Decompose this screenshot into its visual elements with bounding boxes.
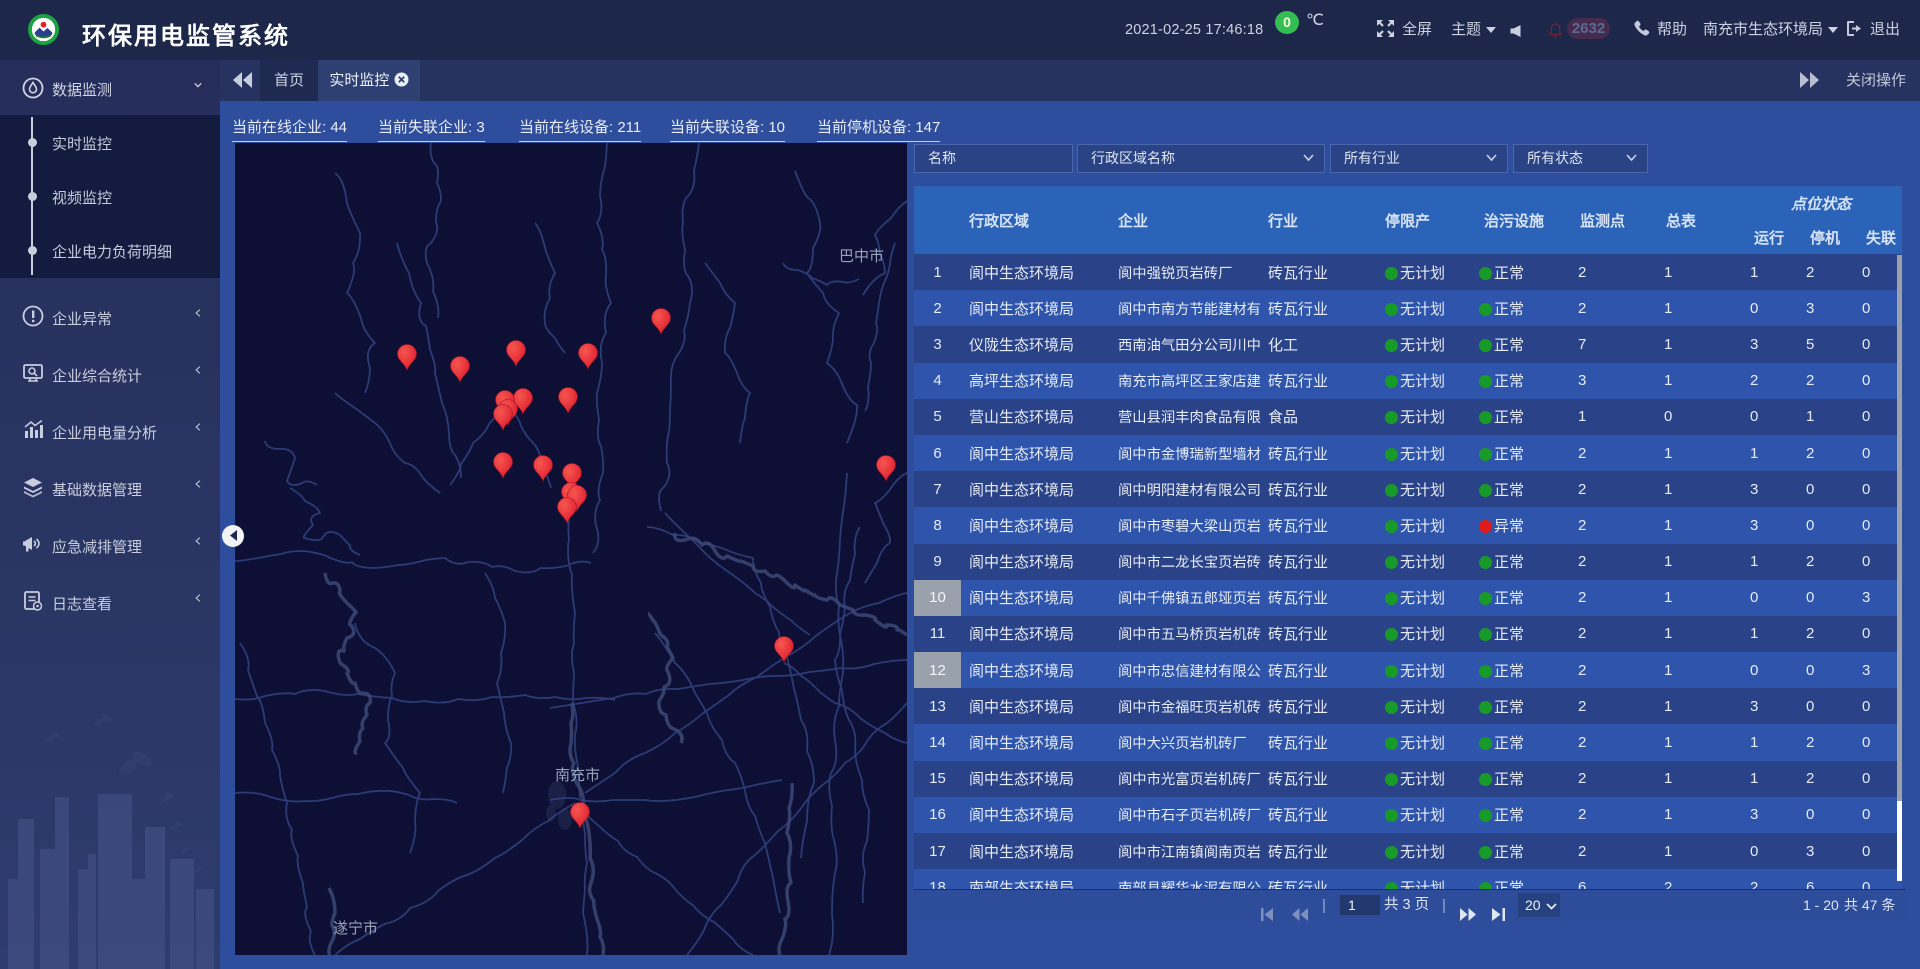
svg-text:巴中市: 巴中市	[839, 248, 884, 265]
svg-text:南充市: 南充市	[555, 767, 600, 784]
svg-text:遂宁市: 遂宁市	[333, 920, 378, 937]
